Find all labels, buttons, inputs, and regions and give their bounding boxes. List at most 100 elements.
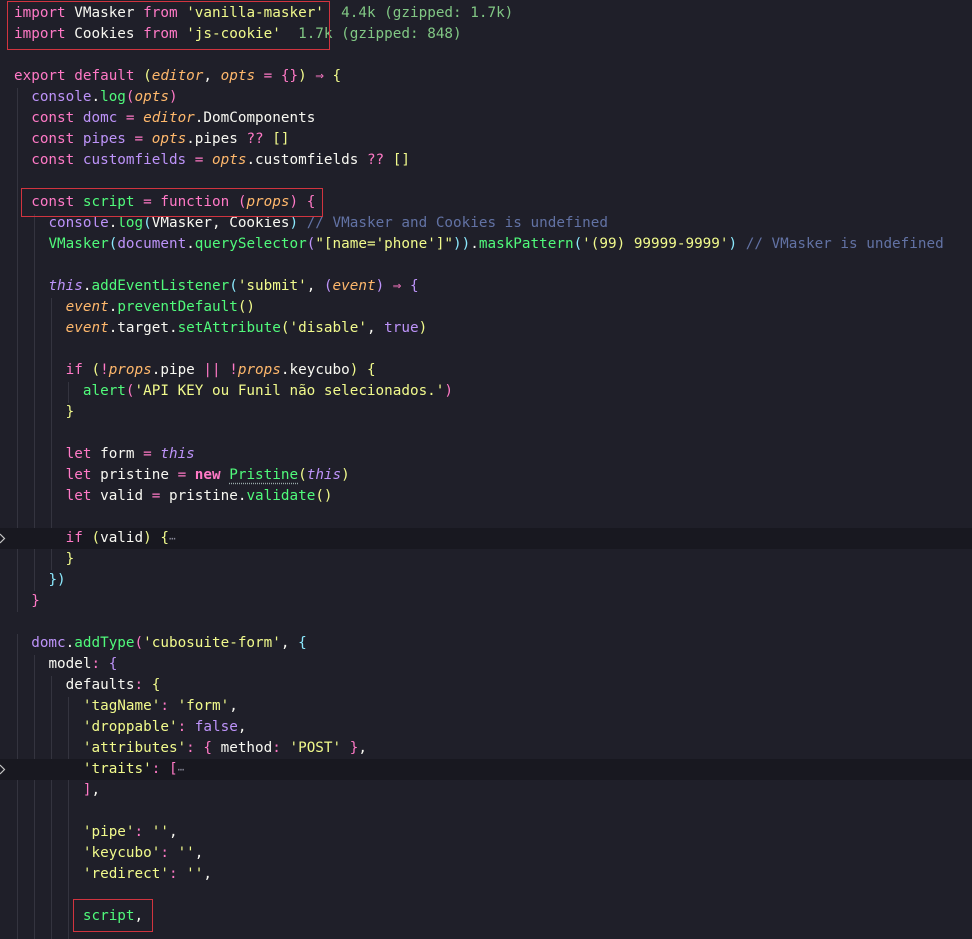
code-line[interactable]: 'pipe': '', xyxy=(0,822,972,843)
string: '' xyxy=(186,866,204,882)
punct: . xyxy=(470,236,479,252)
keyword: default xyxy=(74,68,135,84)
operator: = xyxy=(194,152,204,168)
operator: = xyxy=(177,467,187,483)
code-line-folded[interactable]: if (valid) {⋯ xyxy=(0,528,972,549)
code-line[interactable]: } xyxy=(0,591,972,612)
paren: ( xyxy=(125,383,135,399)
code-line[interactable]: event.target.setAttribute('disable', tru… xyxy=(0,318,972,339)
punct: . xyxy=(65,635,75,651)
highlight-box-script-property xyxy=(73,899,153,932)
code-line[interactable]: let valid = pristine.validate() xyxy=(0,486,972,507)
string: 'disable' xyxy=(289,320,367,336)
folded-ellipsis[interactable]: ⋯ xyxy=(178,763,185,776)
parameter: event xyxy=(65,320,109,336)
paren: () xyxy=(237,299,256,315)
code-line[interactable]: let form = this xyxy=(0,444,972,465)
punct: , xyxy=(168,824,178,840)
chevron-right-icon[interactable] xyxy=(0,533,6,544)
code-line[interactable]: }) xyxy=(0,570,972,591)
code-line[interactable]: model: { xyxy=(0,654,972,675)
paren: ) xyxy=(298,68,307,84)
code-line[interactable]: if (!props.pipe || !props.keycubo) { xyxy=(0,360,972,381)
code-line[interactable]: event.preventDefault() xyxy=(0,297,972,318)
punct: : xyxy=(91,656,101,672)
bracket: [ xyxy=(168,761,178,777)
punct: : xyxy=(160,698,169,714)
paren: ( xyxy=(91,362,101,378)
parameter: opts xyxy=(220,68,256,84)
paren: ( xyxy=(143,68,152,84)
function-call: maskPattern xyxy=(478,236,574,252)
code-line[interactable]: ], xyxy=(0,780,972,801)
code-line[interactable]: defaults: { xyxy=(0,675,972,696)
highlight-box-script-function xyxy=(21,188,323,217)
code-line[interactable]: 'tagName': 'form', xyxy=(0,696,972,717)
keyword: let xyxy=(65,446,92,462)
code-line[interactable]: 'attributes': { method: 'POST' }, xyxy=(0,738,972,759)
arrow: ⇒ xyxy=(392,278,402,294)
code-line-folded[interactable]: 'traits': [⋯ xyxy=(0,759,972,780)
boolean: true xyxy=(384,320,419,336)
code-line[interactable]: 'keycubo': '', xyxy=(0,843,972,864)
operator: = xyxy=(151,488,161,504)
code-editor[interactable]: import VMasker from 'vanilla-masker' 4.4… xyxy=(0,0,972,939)
function-call: log xyxy=(117,215,144,231)
brace: { xyxy=(366,362,376,378)
code-line[interactable]: this.addEventListener('submit', (event) … xyxy=(0,276,972,297)
code-line[interactable]: VMasker(document.querySelector("[name='p… xyxy=(0,234,972,255)
code-line[interactable]: 'redirect': '', xyxy=(0,864,972,885)
punct: , xyxy=(194,845,204,861)
code-line[interactable]: const domc = editor.DomComponents xyxy=(0,108,972,129)
property: .pipes xyxy=(186,131,238,147)
object-key: 'keycubo' xyxy=(82,845,161,861)
identifier: form xyxy=(100,446,135,462)
parameter: opts xyxy=(134,89,169,105)
property: .pipe xyxy=(151,362,195,378)
paren: ( xyxy=(125,89,135,105)
paren: ) xyxy=(444,383,454,399)
brace: { xyxy=(203,740,212,756)
keyword: if xyxy=(65,362,83,378)
code-line[interactable]: domc.addType('cubosuite-form', { xyxy=(0,633,972,654)
brace: { xyxy=(332,68,342,84)
punct: : xyxy=(151,761,161,777)
code-line[interactable]: } xyxy=(0,402,972,423)
arguments: VMasker, Cookies xyxy=(151,215,290,231)
paren: ) xyxy=(168,89,178,105)
this-keyword: this xyxy=(160,446,195,462)
punct: , xyxy=(366,320,376,336)
code-line[interactable]: alert('API KEY ou Funil não selecionados… xyxy=(0,381,972,402)
code-line[interactable]: 'droppable': false, xyxy=(0,717,972,738)
punct: . xyxy=(91,89,101,105)
bracket: [] xyxy=(272,131,290,147)
code-line[interactable]: let pristine = new Pristine(this) xyxy=(0,465,972,486)
punct: , xyxy=(306,278,316,294)
parameter: event xyxy=(332,278,376,294)
code-line[interactable]: export default (editor, opts = {}) ⇒ { xyxy=(0,66,972,87)
keyword: const xyxy=(31,131,75,147)
arrow: ⇒ xyxy=(315,68,324,84)
string: 'form' xyxy=(177,698,230,714)
code-line[interactable]: const customfields = opts.customfields ?… xyxy=(0,150,972,171)
identifier: valid xyxy=(100,488,144,504)
paren: ) xyxy=(349,362,359,378)
punct: , xyxy=(91,782,101,798)
operator: ! xyxy=(229,362,238,378)
brace: {} xyxy=(280,68,299,84)
punct: : xyxy=(177,719,187,735)
object-key: 'droppable' xyxy=(82,719,178,735)
paren: ) xyxy=(728,236,738,252)
folded-ellipsis[interactable]: ⋯ xyxy=(169,532,176,545)
keyword: export xyxy=(14,68,66,84)
code-line[interactable]: } xyxy=(0,549,972,570)
code-line[interactable]: console.log(opts) xyxy=(0,87,972,108)
parameter: editor xyxy=(151,68,204,84)
boolean: false xyxy=(194,719,238,735)
chevron-right-icon[interactable] xyxy=(0,764,6,775)
punct: : xyxy=(160,845,169,861)
code-line[interactable]: const pipes = opts.pipes ?? [] xyxy=(0,129,972,150)
punct: . xyxy=(186,236,195,252)
object-key: 'traits' xyxy=(82,761,152,777)
paren: ( xyxy=(298,467,307,483)
